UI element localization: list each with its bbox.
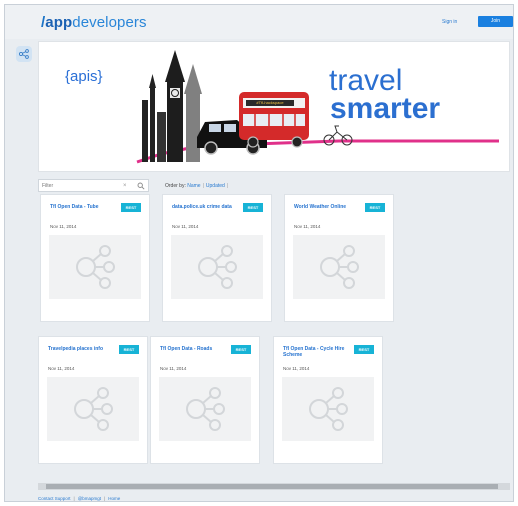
order-by-name[interactable]: Name (187, 183, 200, 189)
api-nodes-placeholder-icon (309, 387, 348, 431)
search-icon[interactable] (137, 182, 145, 190)
api-date: Nov 11, 2014 (50, 224, 77, 229)
rest-badge: REST (243, 203, 263, 212)
api-thumbnail (159, 377, 251, 441)
sign-in-link[interactable]: Sign in (442, 19, 457, 25)
footer-separator: | (73, 496, 75, 501)
api-nodes-placeholder-icon (76, 245, 115, 289)
api-card[interactable]: Tfl Open Data - Cycle Hire Scheme REST N… (273, 336, 383, 464)
order-separator: | (202, 183, 204, 189)
filter-box: × (38, 179, 149, 192)
filter-input[interactable] (42, 182, 122, 190)
apis-title: {apis} (65, 68, 103, 85)
rest-badge: REST (119, 345, 139, 354)
logo-app: app (45, 14, 73, 31)
bus-sign: #TfLhackspace (246, 100, 294, 106)
api-card[interactable]: Tfl Open Data - Tube REST Nov 11, 2014 (40, 194, 150, 322)
api-title[interactable]: Tfl Open Data - Cycle Hire Scheme (283, 346, 353, 358)
api-title[interactable]: World Weather Online (294, 204, 364, 210)
smarter-text: smarter (330, 92, 441, 125)
scrollbar-thumb[interactable] (46, 484, 498, 489)
api-nodes-placeholder-icon (186, 387, 225, 431)
api-card[interactable]: Tfl Open Data - Roads REST Nov 11, 2014 (150, 336, 260, 464)
rest-badge: REST (121, 203, 141, 212)
order-separator: | (226, 183, 229, 189)
footer-separator: | (104, 496, 106, 501)
logo-developers: developers (72, 14, 147, 31)
api-nodes-placeholder-icon (320, 245, 359, 289)
app-logo[interactable]: /appdevelopers (41, 14, 147, 31)
order-by: Order by: Name | Updated | (165, 183, 230, 189)
api-date: Nov 11, 2014 (283, 366, 310, 371)
api-thumbnail (49, 235, 141, 299)
horizontal-scrollbar[interactable] (38, 483, 510, 490)
api-nodes-placeholder-icon (198, 245, 237, 289)
home-link[interactable]: Home (108, 496, 120, 501)
rest-badge: REST (231, 345, 251, 354)
api-date: Nov 11, 2014 (160, 366, 187, 371)
app-frame: /appdevelopers Sign in Join {apis} #TfLh… (4, 4, 514, 502)
api-thumbnail (47, 377, 139, 441)
api-thumbnail (282, 377, 374, 441)
rest-badge: REST (354, 345, 374, 354)
twitter-link[interactable]: @bmapmgt (78, 496, 101, 501)
api-title[interactable]: Tfl Open Data - Roads (160, 346, 230, 352)
api-date: Nov 11, 2014 (48, 366, 75, 371)
api-thumbnail (293, 235, 385, 299)
join-button[interactable]: Join (478, 16, 513, 27)
api-title[interactable]: data.police.uk crime data (172, 204, 242, 210)
order-by-updated[interactable]: Updated (206, 183, 225, 189)
api-card[interactable]: World Weather Online REST Nov 11, 2014 (284, 194, 394, 322)
contact-support-link[interactable]: Contact Support (38, 496, 71, 501)
rest-badge: REST (365, 203, 385, 212)
hero-banner: {apis} #TfLhackspace travel smarter (38, 41, 510, 172)
api-title[interactable]: Tfl Open Data - Tube (50, 204, 120, 210)
top-bar: /appdevelopers Sign in Join (5, 5, 513, 39)
share-nodes-icon[interactable] (16, 46, 32, 62)
api-title[interactable]: Travelpedia places info (48, 346, 118, 352)
api-thumbnail (171, 235, 263, 299)
order-by-label: Order by: (165, 183, 186, 189)
api-card[interactable]: Travelpedia places info REST Nov 11, 201… (38, 336, 148, 464)
api-date: Nov 11, 2014 (294, 224, 321, 229)
footer: Contact Support | @bmapmgt | Home (38, 496, 120, 501)
api-date: Nov 11, 2014 (172, 224, 199, 229)
api-nodes-placeholder-icon (74, 387, 113, 431)
clear-icon[interactable]: × (123, 182, 127, 190)
api-card[interactable]: data.police.uk crime data REST Nov 11, 2… (162, 194, 272, 322)
